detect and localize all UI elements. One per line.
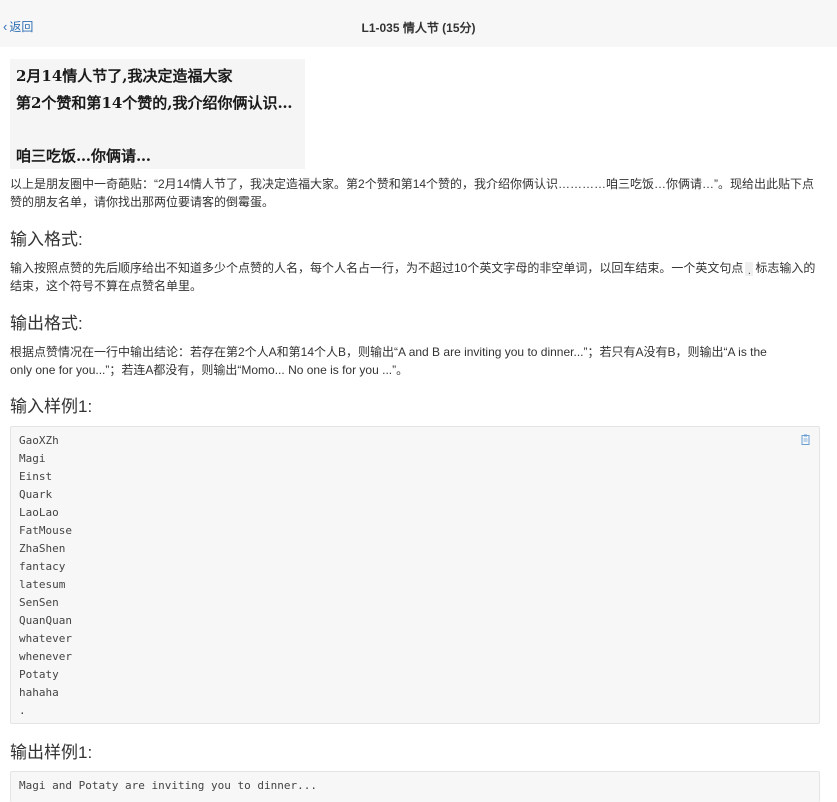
code-line: latesum (19, 578, 66, 591)
meme-line: 2月14情人节了,我决定造福大家 (16, 67, 233, 85)
input-format-text: 输入按照点赞的先后顺序给出不知道多少个点赞的人名，每个人名占一行，为不超过10个… (10, 259, 822, 295)
description-line: 以上是朋友圈中一奇葩贴：“2月14情人节了，我决定造福大家。第2个赞和第14个赞… (10, 177, 815, 191)
code-line: FatMouse (19, 524, 72, 537)
code-line: . (19, 704, 26, 717)
input-format-text-before: 输入按照点赞的先后顺序给出不知道多少个点赞的人名，每个人名占一行，为不超过10个… (10, 261, 744, 275)
input-format-text-after: 标志输入的 (755, 261, 816, 275)
code-line: hahaha (19, 686, 59, 699)
code-line: GaoXZh (19, 434, 59, 447)
code-line: whenever (19, 650, 72, 663)
output-format-heading: 输出格式: (10, 314, 83, 333)
input-format-heading: 输入格式: (10, 230, 83, 249)
clipboard-copy-icon[interactable] (801, 434, 811, 445)
meme-image: 2月14情人节了,我决定造福大家 第2个赞和第14个赞的,我介绍你俩认识… 咱三… (10, 59, 305, 169)
top-bar: ‹ 返回 L1-035 情人节 (15分) (0, 0, 837, 47)
code-line: SenSen (19, 596, 59, 609)
sample-input-heading: 输入样例1: (10, 397, 93, 416)
code-line: QuanQuan (19, 614, 72, 627)
code-line: ZhaShen (19, 542, 66, 555)
code-line: Magi (19, 452, 46, 465)
code-line: Quark (19, 488, 53, 501)
output-format-line: only one for you...”；若连A都没有，则输出“Momo... … (10, 363, 409, 377)
sample-output-box[interactable]: Magi and Potaty are inviting you to dinn… (10, 771, 820, 802)
input-format-line: 输入按照点赞的先后顺序给出不知道多少个点赞的人名，每个人名占一行，为不超过10个… (10, 259, 822, 277)
problem-description: 以上是朋友圈中一奇葩贴：“2月14情人节了，我决定造福大家。第2个赞和第14个赞… (10, 175, 822, 211)
meme-line: 咱三吃饭…你俩请… (16, 147, 152, 165)
sample-output-heading: 输出样例1: (10, 743, 93, 762)
description-line: 赞的朋友名单，请你找出那两位要请客的倒霉蛋。 (10, 195, 275, 209)
code-line: whatever (19, 632, 72, 645)
code-line: LaoLao (19, 506, 59, 519)
input-format-line: 结束，这个符号不算在点赞名单里。 (10, 279, 203, 293)
meme-line: 第2个赞和第14个赞的,我介绍你俩认识… (16, 94, 293, 112)
inline-code-period: . (745, 262, 754, 277)
output-format-line: 根据点赞情况在一行中输出结论：若存在第2个人A和第14个人B，则输出“A and… (10, 345, 767, 359)
code-line: Magi and Potaty are inviting you to dinn… (19, 779, 318, 792)
output-format-text: 根据点赞情况在一行中输出结论：若存在第2个人A和第14个人B，则输出“A and… (10, 343, 822, 379)
page-title: L1-035 情人节 (15分) (361, 21, 476, 35)
code-line: Potaty (19, 668, 59, 681)
code-line: fantacy (19, 560, 66, 573)
code-line: Einst (19, 470, 53, 483)
sample-input-box[interactable]: GaoXZh Magi Einst Quark LaoLao FatMouse … (10, 426, 820, 724)
